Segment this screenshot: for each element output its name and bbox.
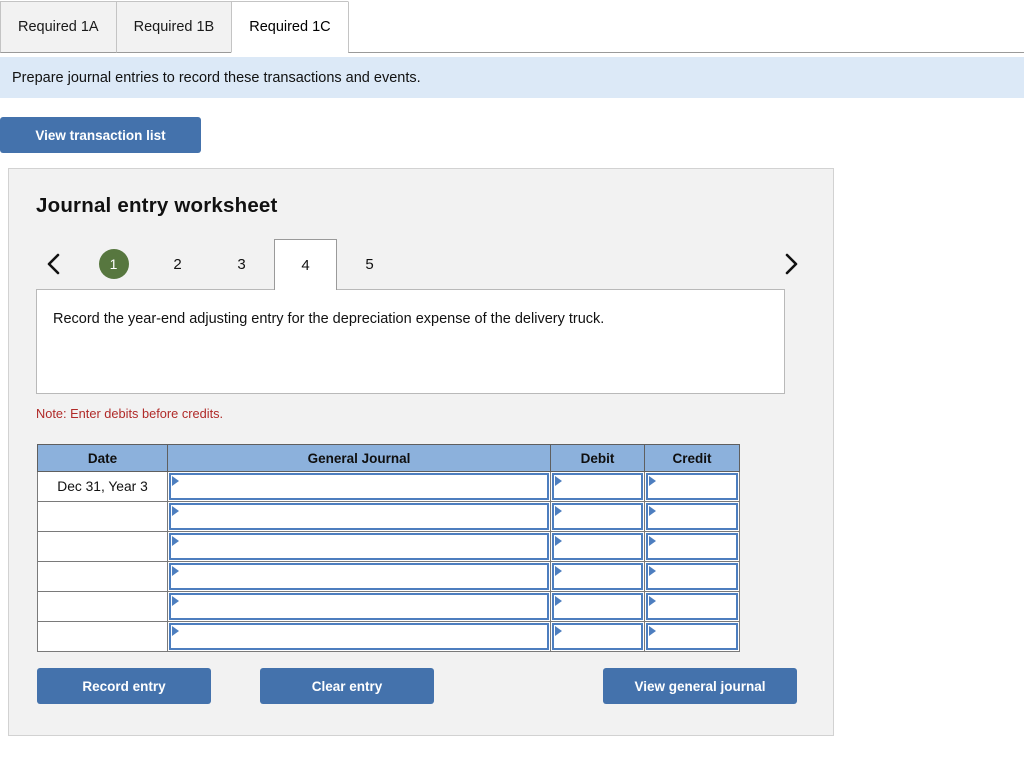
- page-label: 4: [301, 256, 310, 274]
- tab-required-1a[interactable]: Required 1A: [0, 1, 117, 53]
- page-badge: 1: [98, 249, 129, 279]
- credit-cell[interactable]: [644, 621, 740, 652]
- table-row: [37, 561, 740, 592]
- general-journal-cell[interactable]: [167, 591, 551, 622]
- page-label: 2: [173, 255, 182, 273]
- general-journal-cell[interactable]: [167, 501, 551, 532]
- debit-cell[interactable]: [550, 621, 645, 652]
- journal-entry-table: Date General Journal Debit Credit Dec 31…: [37, 444, 740, 652]
- date-cell[interactable]: [37, 531, 168, 562]
- date-cell: Dec 31, Year 3: [37, 471, 168, 502]
- debit-cell[interactable]: [550, 591, 645, 622]
- table-row: [37, 501, 740, 532]
- worksheet-pager: 1 2 3 4 5: [36, 239, 808, 290]
- debit-input[interactable]: [552, 473, 643, 500]
- credit-cell[interactable]: [644, 561, 740, 592]
- debit-input[interactable]: [552, 503, 643, 530]
- instruction-banner: Prepare journal entries to record these …: [0, 57, 1024, 98]
- date-cell[interactable]: [37, 591, 168, 622]
- transaction-prompt-text: Record the year-end adjusting entry for …: [53, 311, 605, 327]
- general-journal-cell[interactable]: [167, 471, 551, 502]
- tab-label: Required 1A: [18, 19, 99, 35]
- debit-cell[interactable]: [550, 471, 645, 502]
- credit-cell[interactable]: [644, 471, 740, 502]
- account-name-input[interactable]: [169, 623, 549, 650]
- worksheet-page-2[interactable]: 2: [146, 239, 209, 289]
- worksheet-page-3[interactable]: 3: [210, 239, 273, 289]
- credit-input[interactable]: [646, 623, 738, 650]
- clear-entry-button[interactable]: Clear entry: [260, 668, 434, 704]
- worksheet-page-5[interactable]: 5: [338, 239, 401, 289]
- tabstrip-filler: [347, 1, 1024, 53]
- table-row: [37, 621, 740, 652]
- credit-input[interactable]: [646, 563, 738, 590]
- credit-cell[interactable]: [644, 531, 740, 562]
- credit-cell[interactable]: [644, 501, 740, 532]
- chevron-right-icon[interactable]: [774, 245, 808, 283]
- credit-input[interactable]: [646, 503, 738, 530]
- page-label: 5: [365, 255, 374, 273]
- general-journal-cell[interactable]: [167, 561, 551, 592]
- debit-input[interactable]: [552, 533, 643, 560]
- required-tabstrip: Required 1A Required 1B Required 1C: [0, 0, 1024, 53]
- worksheet-page-4[interactable]: 4: [274, 239, 337, 290]
- debit-input[interactable]: [552, 623, 643, 650]
- tab-label: Required 1B: [133, 19, 215, 35]
- column-header-date: Date: [37, 444, 168, 472]
- table-row: [37, 531, 740, 562]
- view-transaction-list-button[interactable]: View transaction list: [0, 117, 201, 153]
- date-cell[interactable]: [37, 501, 168, 532]
- debit-cell[interactable]: [550, 531, 645, 562]
- credit-input[interactable]: [646, 533, 738, 560]
- tab-label: Required 1C: [249, 19, 331, 35]
- journal-entry-worksheet-card: Journal entry worksheet 1 2 3 4 5 Record…: [8, 168, 834, 736]
- transaction-prompt: Record the year-end adjusting entry for …: [36, 289, 785, 394]
- account-name-input[interactable]: [169, 593, 549, 620]
- record-entry-button[interactable]: Record entry: [37, 668, 211, 704]
- general-journal-cell[interactable]: [167, 531, 551, 562]
- tab-required-1c[interactable]: Required 1C: [231, 1, 349, 53]
- date-cell[interactable]: [37, 561, 168, 592]
- account-name-input[interactable]: [169, 503, 549, 530]
- debit-cell[interactable]: [550, 561, 645, 592]
- column-header-general-journal: General Journal: [167, 444, 551, 472]
- general-journal-cell[interactable]: [167, 621, 551, 652]
- table-row: [37, 591, 740, 622]
- credit-input[interactable]: [646, 473, 738, 500]
- table-row: Dec 31, Year 3: [37, 471, 740, 502]
- debit-input[interactable]: [552, 563, 643, 590]
- column-header-debit: Debit: [550, 444, 645, 472]
- credit-cell[interactable]: [644, 591, 740, 622]
- account-name-input[interactable]: [169, 563, 549, 590]
- debits-before-credits-note: Note: Enter debits before credits.: [36, 406, 224, 421]
- instruction-text: Prepare journal entries to record these …: [12, 69, 421, 86]
- date-cell[interactable]: [37, 621, 168, 652]
- worksheet-page-1[interactable]: 1: [82, 239, 145, 289]
- account-name-input[interactable]: [169, 473, 549, 500]
- tab-required-1b[interactable]: Required 1B: [115, 1, 233, 53]
- debit-input[interactable]: [552, 593, 643, 620]
- view-general-journal-button[interactable]: View general journal: [603, 668, 797, 704]
- page-title: Journal entry worksheet: [36, 194, 278, 217]
- table-header-row: Date General Journal Debit Credit: [37, 444, 740, 472]
- page-label: 3: [237, 255, 246, 273]
- debit-cell[interactable]: [550, 501, 645, 532]
- column-header-credit: Credit: [644, 444, 740, 472]
- account-name-input[interactable]: [169, 533, 549, 560]
- credit-input[interactable]: [646, 593, 738, 620]
- chevron-left-icon[interactable]: [36, 245, 70, 283]
